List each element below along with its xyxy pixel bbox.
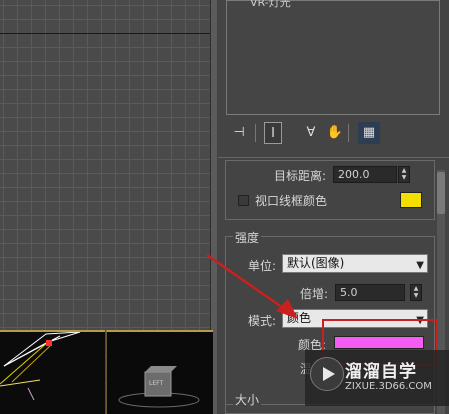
watermark-title: 溜溜自学 (345, 362, 417, 382)
watermark-play-icon (310, 357, 344, 391)
app-root: LEFT VR-灯光 ⊣ I ∀ ✋ ▦ 目标距离: 200.0 ▲ ▼ 视口线框… (0, 0, 449, 414)
watermark-url: ZIXUE.3D66.COM (345, 381, 432, 392)
